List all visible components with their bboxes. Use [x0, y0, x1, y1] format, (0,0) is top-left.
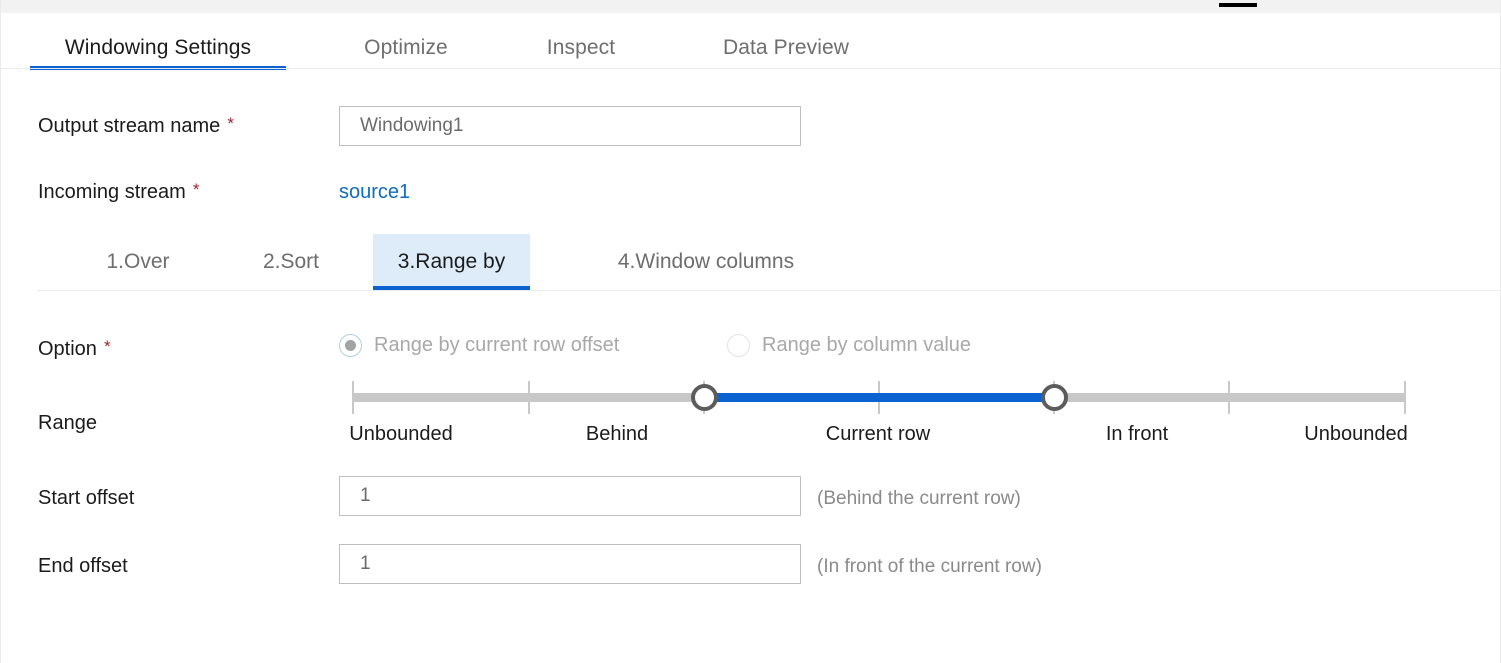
output-stream-name-input[interactable]: Windowing1	[339, 106, 801, 146]
range-tick-label-unbounded-end: Unbounded	[1304, 423, 1407, 446]
tab-data-preview-label: Data Preview	[723, 36, 849, 60]
range-slider-selected-range[interactable]	[704, 393, 1054, 402]
radio-selected-icon	[339, 334, 362, 357]
start-offset-label: Start offset	[38, 487, 134, 510]
output-stream-name-required-marker: *	[227, 114, 234, 133]
range-tick-label-in-front: In front	[1106, 423, 1168, 446]
subtab-range-by[interactable]: 3.Range by	[373, 234, 530, 290]
incoming-stream-link[interactable]: source1	[339, 181, 410, 204]
range-tick-label-unbounded-start: Unbounded	[349, 423, 452, 446]
range-slider-tick-1	[528, 381, 530, 414]
option-required-marker: *	[104, 337, 111, 356]
range-slider-handle-end[interactable]	[1041, 384, 1068, 411]
range-slider-tick-0	[352, 381, 354, 414]
subtab-over-label: 1.Over	[106, 250, 169, 274]
radio-range-by-column-value-label: Range by column value	[762, 334, 971, 357]
end-offset-hint: (In front of the current row)	[817, 556, 1042, 578]
tab-optimize-label: Optimize	[364, 36, 448, 60]
tab-data-preview[interactable]: Data Preview	[696, 26, 876, 70]
end-offset-input-value: 1	[360, 553, 371, 575]
sub-tab-bar-divider	[37, 290, 1501, 291]
option-label: Option *	[38, 338, 111, 361]
output-stream-name-label: Output stream name *	[38, 115, 234, 138]
main-tab-bar: Windowing Settings Optimize Inspect Data…	[1, 13, 1501, 69]
radio-range-by-current-row-offset[interactable]: Range by current row offset	[339, 334, 619, 357]
incoming-stream-label-text: Incoming stream	[38, 181, 186, 203]
tab-windowing-settings[interactable]: Windowing Settings	[30, 26, 286, 70]
radio-range-by-column-value[interactable]: Range by column value	[727, 334, 971, 357]
range-label: Range	[38, 412, 97, 435]
incoming-stream-label: Incoming stream *	[38, 181, 199, 204]
range-slider-tick-5	[1228, 381, 1230, 414]
output-stream-name-label-text: Output stream name	[38, 115, 220, 137]
option-label-text: Option	[38, 338, 97, 360]
output-stream-name-input-value: Windowing1	[360, 115, 464, 137]
subtab-range-by-label: 3.Range by	[398, 250, 505, 274]
windowing-settings-panel: Windowing Settings Optimize Inspect Data…	[0, 0, 1501, 663]
radio-range-by-current-row-offset-label: Range by current row offset	[374, 334, 619, 357]
subtab-over[interactable]: 1.Over	[83, 234, 193, 290]
range-slider-handle-start[interactable]	[691, 384, 718, 411]
subtab-window-columns[interactable]: 4.Window columns	[597, 234, 815, 290]
radio-unselected-icon	[727, 334, 750, 357]
subtab-window-columns-label: 4.Window columns	[618, 250, 794, 274]
sub-tab-bar: 1.Over 2.Sort 3.Range by 4.Window column…	[37, 234, 1477, 290]
start-offset-input[interactable]: 1	[339, 476, 801, 516]
start-offset-input-value: 1	[360, 485, 371, 507]
main-tab-bar-divider	[1, 68, 1501, 69]
tab-windowing-settings-label: Windowing Settings	[65, 36, 251, 60]
range-tick-label-current-row: Current row	[826, 423, 930, 446]
subtab-sort[interactable]: 2.Sort	[239, 234, 343, 290]
end-offset-input[interactable]: 1	[339, 544, 801, 584]
subtab-sort-label: 2.Sort	[263, 250, 319, 274]
end-offset-label: End offset	[38, 555, 128, 578]
start-offset-hint: (Behind the current row)	[817, 488, 1021, 510]
tab-optimize[interactable]: Optimize	[344, 26, 468, 70]
range-slider-tick-6	[1404, 381, 1406, 414]
panel-drag-handle-icon[interactable]	[1219, 3, 1257, 7]
panel-top-strip	[1, 0, 1501, 13]
tab-inspect[interactable]: Inspect	[529, 26, 633, 70]
tab-inspect-label: Inspect	[547, 36, 615, 60]
range-tick-label-behind: Behind	[586, 423, 648, 446]
incoming-stream-required-marker: *	[193, 180, 200, 199]
